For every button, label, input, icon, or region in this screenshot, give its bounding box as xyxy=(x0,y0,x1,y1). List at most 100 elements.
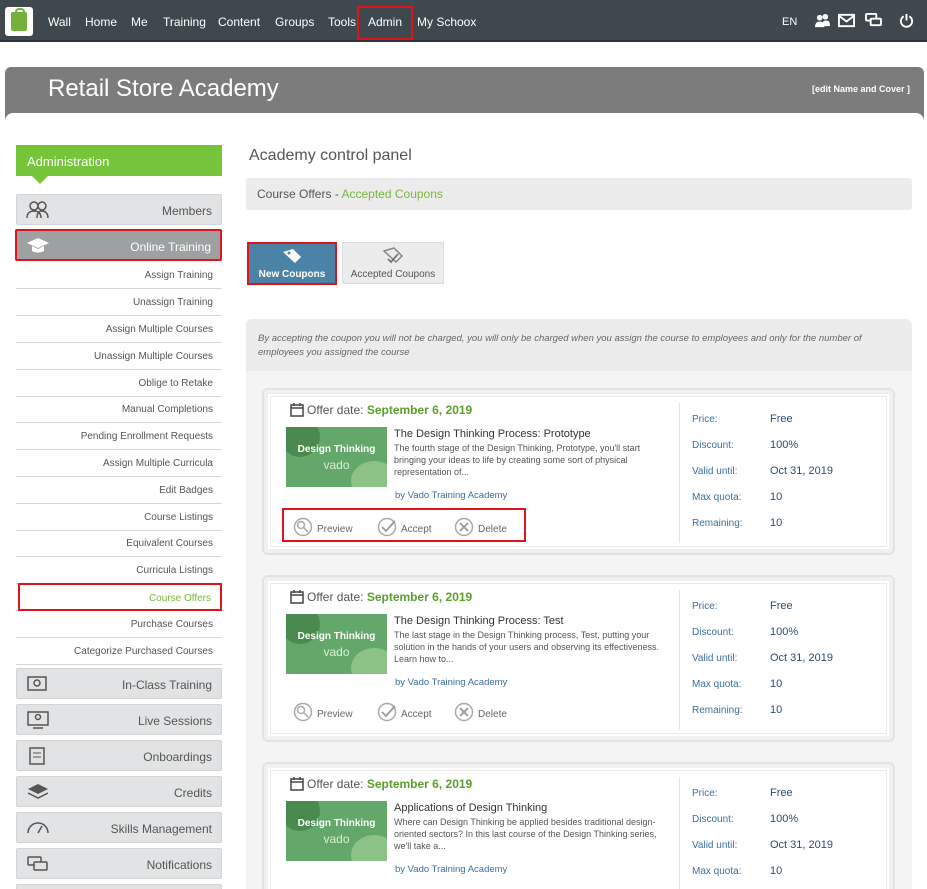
thumbnail-title: Design Thinking xyxy=(297,444,376,455)
accept-check-icon xyxy=(377,517,397,537)
accept-check-icon xyxy=(377,702,397,722)
graduation-cap-icon xyxy=(27,238,49,253)
academy-title: Retail Store Academy xyxy=(48,75,279,102)
offer-divider xyxy=(679,590,680,730)
sub-course-listings[interactable]: Course Listings xyxy=(16,504,222,531)
sub-purchase-courses[interactable]: Purchase Courses xyxy=(16,611,222,638)
nav-training[interactable]: Training xyxy=(163,15,206,29)
accept-button[interactable]: Accept xyxy=(377,517,432,537)
offer-date-row: Offer date: September 6, 2019 xyxy=(290,590,472,604)
course-title[interactable]: The Design Thinking Process: Test xyxy=(394,615,564,627)
tab-new-coupons[interactable]: New Coupons xyxy=(247,242,337,285)
gauge-icon xyxy=(27,822,49,834)
members-icon xyxy=(26,201,49,219)
checklist-icon xyxy=(29,747,45,765)
breadcrumb-accepted-coupons[interactable]: Accepted Coupons xyxy=(342,187,443,201)
course-title[interactable]: Applications of Design Thinking xyxy=(394,802,547,814)
calendar-icon xyxy=(290,590,304,604)
sidebar-members-label: Members xyxy=(161,204,212,218)
discount-label: Discount: xyxy=(692,627,734,638)
coupon-check-icon xyxy=(382,247,404,264)
coupon-notice: By accepting the coupon you will not be … xyxy=(246,319,912,371)
remaining-value: 10 xyxy=(770,517,783,529)
nav-wall[interactable]: Wall xyxy=(48,15,71,29)
people-icon[interactable] xyxy=(814,13,831,28)
breadcrumb-separator: - xyxy=(331,187,342,201)
sidebar-notifications[interactable]: Notifications xyxy=(16,848,222,879)
chat-bubbles-icon xyxy=(27,856,48,871)
nav-groups[interactable]: Groups xyxy=(275,15,314,29)
sub-oblige-to-retake[interactable]: Oblige to Retake xyxy=(16,370,222,397)
sub-pending-enrollment-requests[interactable]: Pending Enrollment Requests xyxy=(16,423,222,450)
sidebar-members[interactable]: Members xyxy=(16,194,222,225)
sidebar-live-sessions[interactable]: Live Sessions xyxy=(16,704,222,735)
sidebar-live-sessions-label: Live Sessions xyxy=(137,714,212,728)
course-thumbnail[interactable]: Design Thinking vado xyxy=(286,801,387,861)
preview-button[interactable]: Preview xyxy=(293,702,353,722)
sidebar-credits-label: Credits xyxy=(173,786,212,800)
offer-date-row: Offer date: September 6, 2019 xyxy=(290,777,472,791)
sub-assign-multiple-courses[interactable]: Assign Multiple Courses xyxy=(16,316,222,343)
sub-assign-multiple-curricula[interactable]: Assign Multiple Curricula xyxy=(16,450,222,477)
nav-my-schoox[interactable]: My Schoox xyxy=(417,15,476,29)
sub-course-offers[interactable]: Course Offers xyxy=(18,583,222,611)
course-thumbnail[interactable]: Design Thinking vado xyxy=(286,427,387,487)
power-icon[interactable] xyxy=(898,13,915,28)
course-provider-link[interactable]: by Vado Training Academy xyxy=(395,677,507,688)
course-thumbnail[interactable]: Design Thinking vado xyxy=(286,614,387,674)
sidebar-credits[interactable]: Credits xyxy=(16,776,222,807)
sidebar-online-training-label: Online Training xyxy=(130,240,211,254)
nav-content[interactable]: Content xyxy=(218,15,260,29)
offer-date-value: September 6, 2019 xyxy=(366,777,473,791)
course-title[interactable]: The Design Thinking Process: Prototype xyxy=(394,428,591,440)
sub-edit-badges[interactable]: Edit Badges xyxy=(16,477,222,504)
sidebar-next-item[interactable] xyxy=(16,884,222,889)
discount-value: 100% xyxy=(770,813,799,825)
delete-button[interactable]: Delete xyxy=(454,702,507,722)
accept-button[interactable]: Accept xyxy=(377,702,432,722)
tab-new-coupons-label: New Coupons xyxy=(258,269,326,280)
tab-accepted-coupons[interactable]: Accepted Coupons xyxy=(342,242,444,284)
max-quota-label: Max quota: xyxy=(692,492,742,503)
breadcrumb: Course Offers - Accepted Coupons xyxy=(246,178,912,210)
sub-equivalent-courses[interactable]: Equivalent Courses xyxy=(16,530,222,557)
price-value: Free xyxy=(770,787,793,799)
preview-button[interactable]: Preview xyxy=(293,517,353,537)
nav-admin[interactable]: Admin xyxy=(368,15,402,29)
course-provider-link[interactable]: by Vado Training Academy xyxy=(395,864,507,875)
sub-curricula-listings[interactable]: Curricula Listings xyxy=(16,557,222,584)
sub-manual-completions[interactable]: Manual Completions xyxy=(16,396,222,423)
edit-name-cover-link[interactable]: [edit Name and Cover ] xyxy=(812,84,910,94)
delete-button[interactable]: Delete xyxy=(454,517,507,537)
offer-actions: Preview Accept Delete xyxy=(282,695,526,729)
layers-icon xyxy=(27,784,49,799)
nav-me[interactable]: Me xyxy=(131,15,148,29)
chat-icon[interactable] xyxy=(865,13,882,28)
sub-categorize-purchased-courses[interactable]: Categorize Purchased Courses xyxy=(16,638,222,665)
price-label: Price: xyxy=(692,601,718,612)
offer-date-label: Offer date: xyxy=(307,590,364,604)
offer-card: Offer date: September 6, 2019 Design Thi… xyxy=(262,388,895,555)
max-quota-label: Max quota: xyxy=(692,866,742,877)
preview-label: Preview xyxy=(317,524,353,535)
sub-unassign-training[interactable]: Unassign Training xyxy=(16,289,222,316)
accept-label: Accept xyxy=(401,524,432,535)
nav-home[interactable]: Home xyxy=(85,15,117,29)
offer-date-label: Offer date: xyxy=(307,403,364,417)
sidebar-online-training[interactable]: Online Training xyxy=(15,229,222,261)
sidebar-in-class-training[interactable]: In-Class Training xyxy=(16,668,222,699)
price-label: Price: xyxy=(692,788,718,799)
valid-until-value: Oct 31, 2019 xyxy=(770,465,833,477)
tab-accepted-coupons-label: Accepted Coupons xyxy=(350,269,436,280)
nav-tools[interactable]: Tools xyxy=(328,15,356,29)
sub-unassign-multiple-courses[interactable]: Unassign Multiple Courses xyxy=(16,343,222,370)
sidebar-onboardings[interactable]: Onboardings xyxy=(16,740,222,771)
course-provider-link[interactable]: by Vado Training Academy xyxy=(395,490,507,501)
course-description: Where can Design Thinking be applied bes… xyxy=(394,817,657,851)
sub-assign-training[interactable]: Assign Training xyxy=(16,262,222,289)
schoox-logo-icon[interactable] xyxy=(5,7,33,36)
sidebar-in-class-training-label: In-Class Training xyxy=(121,678,212,692)
mail-icon[interactable] xyxy=(838,13,855,28)
language-selector[interactable]: EN xyxy=(782,16,797,28)
sidebar-skills-management[interactable]: Skills Management xyxy=(16,812,222,843)
